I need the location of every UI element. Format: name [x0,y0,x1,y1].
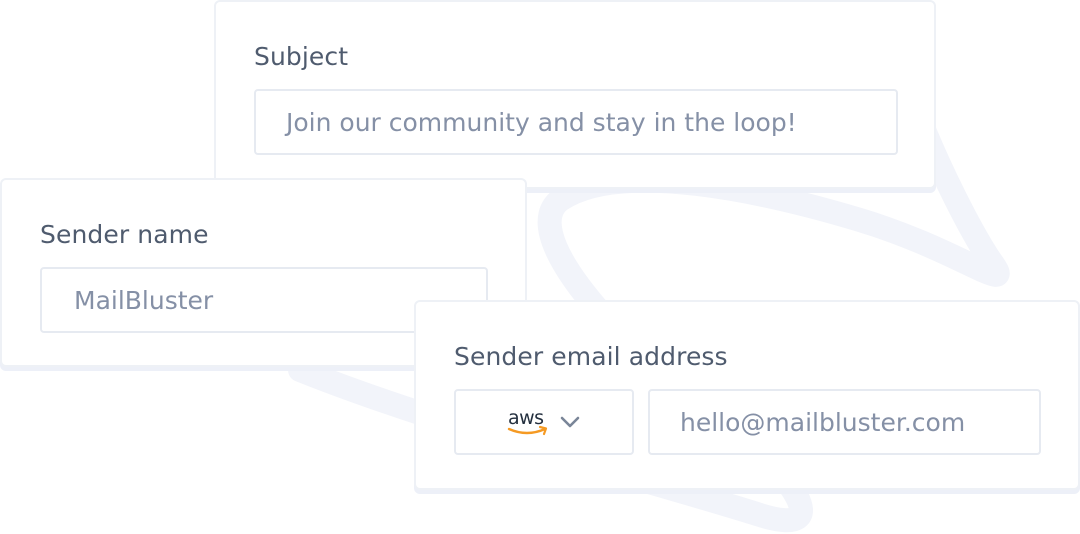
subject-label: Subject [254,42,349,71]
sender-name-label: Sender name [40,220,209,249]
aws-smile-icon [507,425,548,436]
sender-email-input[interactable]: hello@mailbluster.com [648,389,1041,455]
chevron-down-icon[interactable] [559,415,581,429]
subject-input[interactable]: Join our community and stay in the loop! [254,89,898,155]
subject-card: Subject Join our community and stay in t… [214,0,936,189]
sender-email-card: Sender email address aws hello@mailblust… [414,300,1080,490]
subject-input-value: Join our community and stay in the loop! [286,107,797,137]
aws-logo-icon: aws [507,407,549,437]
stage: Subject Join our community and stay in t… [0,0,1080,534]
sender-email-input-value: hello@mailbluster.com [680,407,966,437]
sender-name-input-value: MailBluster [74,285,214,315]
email-provider-select[interactable]: aws [454,389,634,455]
sender-email-label: Sender email address [454,342,728,371]
